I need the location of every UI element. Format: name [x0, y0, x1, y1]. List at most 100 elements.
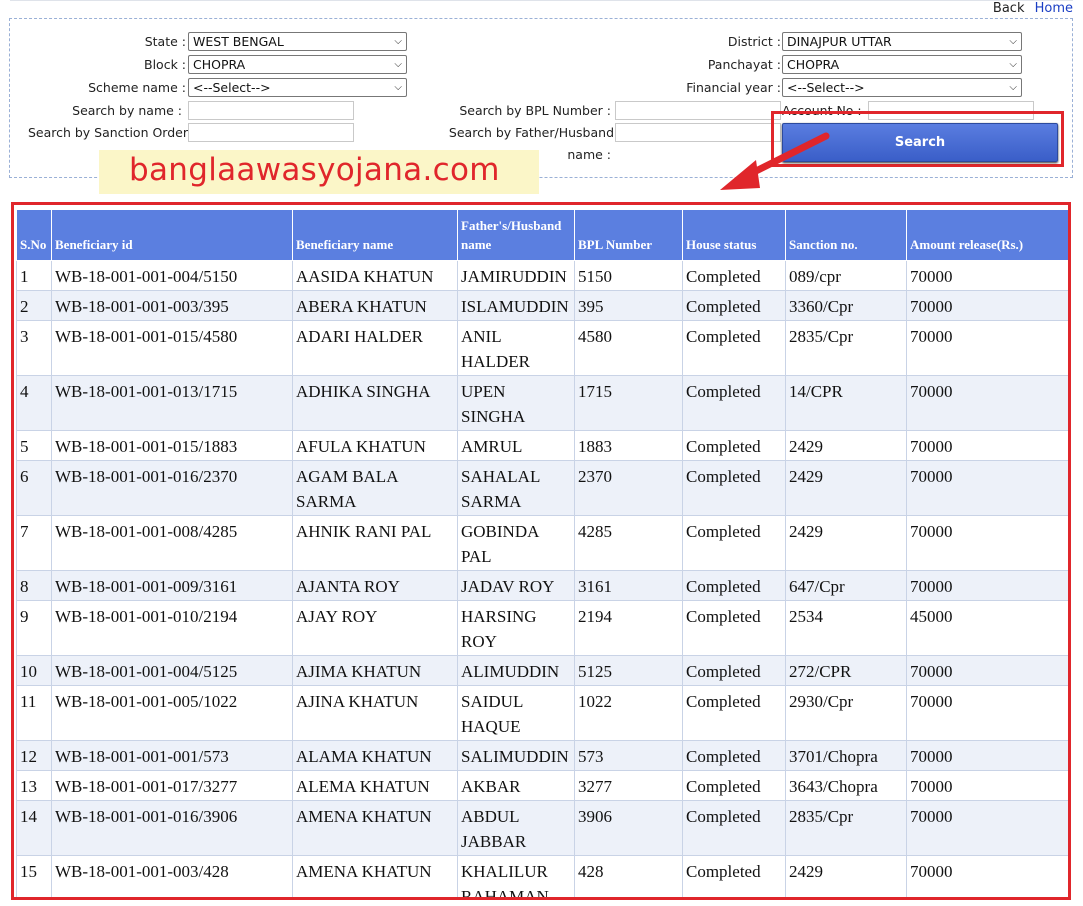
table-cell: WB-18-001-001-015/4580	[51, 320, 293, 376]
table-cell: WB-18-001-001-016/2370	[51, 460, 293, 516]
chevron-down-icon: ⌵	[394, 36, 402, 47]
district-select[interactable]: DINAJPUR UTTAR ⌵	[782, 32, 1022, 51]
table-cell: AHNIK RANI PAL	[292, 515, 458, 571]
block-select[interactable]: CHOPRA ⌵	[188, 55, 407, 74]
table-cell: 1883	[574, 430, 683, 461]
table-cell: 3	[16, 320, 52, 376]
table-cell: 70000	[906, 855, 1068, 897]
district-label: District :	[727, 34, 781, 49]
table-cell: AMENA KHATUN	[292, 800, 458, 856]
table-cell: 4580	[574, 320, 683, 376]
search-bpl-label: Search by BPL Number :	[459, 103, 611, 118]
table-cell: JAMIRUDDIN	[457, 260, 575, 291]
table-cell: 395	[574, 290, 683, 321]
table-cell: AJIMA KHATUN	[292, 655, 458, 686]
table-cell: 12	[16, 740, 52, 771]
table-cell: Completed	[682, 375, 786, 431]
beneficiary-table: S.No Beneficiary id Beneficiary name Father…	[16, 209, 1068, 897]
table-row: 7 WB-18-001-001-008/4285 AHNIK RANI PAL GOB…	[16, 515, 1068, 571]
table-cell: ISLAMUDDIN	[457, 290, 575, 321]
state-select[interactable]: WEST BENGAL ⌵	[188, 32, 407, 51]
table-row: 12 WB-18-001-001-001/573 ALAMA KHATUN SALIM…	[16, 740, 1068, 771]
column-header: House status	[682, 209, 786, 261]
table-cell: 2429	[785, 430, 907, 461]
table-row: 11 WB-18-001-001-005/1022 AJINA KHATUN SAID…	[16, 685, 1068, 741]
table-cell: WB-18-001-001-008/4285	[51, 515, 293, 571]
financial-year-select[interactable]: <--Select--> ⌵	[782, 78, 1022, 97]
table-cell: Completed	[682, 570, 786, 601]
table-cell: 2835/Cpr	[785, 320, 907, 376]
table-cell: WB-18-001-001-004/5125	[51, 655, 293, 686]
back-link[interactable]: Back	[993, 1, 1025, 16]
table-cell: Completed	[682, 800, 786, 856]
table-cell: WB-18-001-001-015/1883	[51, 430, 293, 461]
table-cell: 089/cpr	[785, 260, 907, 291]
table-cell: Completed	[682, 740, 786, 771]
table-cell: 70000	[906, 460, 1068, 516]
table-cell: AJAY ROY	[292, 600, 458, 656]
table-cell: WB-18-001-001-005/1022	[51, 685, 293, 741]
panchayat-select[interactable]: CHOPRA ⌵	[782, 55, 1022, 74]
search-father-label-cont: name :	[567, 147, 611, 162]
table-row: 15 WB-18-001-001-003/428 AMENA KHATUN KHALI…	[16, 855, 1068, 897]
arrow-icon	[720, 132, 830, 190]
watermark-banner: banglaawasyojana.com	[99, 150, 539, 194]
table-cell: 2194	[574, 600, 683, 656]
table-row: 4 WB-18-001-001-013/1715 ADHIKA SINGHA UPEN…	[16, 375, 1068, 431]
table-cell: Completed	[682, 320, 786, 376]
table-cell: SAIDUL HAQUE	[457, 685, 575, 741]
table-cell: AFULA KHATUN	[292, 430, 458, 461]
table-cell: 5150	[574, 260, 683, 291]
table-cell: ABERA KHATUN	[292, 290, 458, 321]
state-label: State :	[144, 34, 186, 49]
scheme-select[interactable]: <--Select--> ⌵	[188, 78, 407, 97]
table-cell: HARSING ROY	[457, 600, 575, 656]
table-cell: Completed	[682, 515, 786, 571]
table-row: 5 WB-18-001-001-015/1883 AFULA KHATUN AMRUL…	[16, 430, 1068, 461]
table-cell: ADARI HALDER	[292, 320, 458, 376]
table-cell: ALEMA KHATUN	[292, 770, 458, 801]
table-cell: 70000	[906, 770, 1068, 801]
table-cell: SALIMUDDIN	[457, 740, 575, 771]
table-cell: AMENA KHATUN	[292, 855, 458, 897]
table-cell: 4	[16, 375, 52, 431]
search-sanction-input[interactable]	[188, 123, 354, 142]
table-cell: 3701/Chopra	[785, 740, 907, 771]
table-cell: Completed	[682, 770, 786, 801]
table-cell: Completed	[682, 855, 786, 897]
search-name-input[interactable]	[188, 101, 354, 120]
table-cell: ALAMA KHATUN	[292, 740, 458, 771]
column-header: Beneficiary id	[51, 209, 293, 261]
table-cell: 15	[16, 855, 52, 897]
table-cell: 2534	[785, 600, 907, 656]
table-cell: 10	[16, 655, 52, 686]
table-cell: 9	[16, 600, 52, 656]
chevron-down-icon: ⌵	[394, 59, 402, 70]
table-cell: 3643/Chopra	[785, 770, 907, 801]
table-cell: 8	[16, 570, 52, 601]
chevron-down-icon: ⌵	[394, 82, 402, 93]
table-cell: 428	[574, 855, 683, 897]
home-link[interactable]: Home	[1035, 1, 1073, 16]
table-cell: 1	[16, 260, 52, 291]
table-cell: 14	[16, 800, 52, 856]
results-table-box: S.No Beneficiary id Beneficiary name Father…	[11, 202, 1071, 900]
search-father-label: Search by Father/Husband	[448, 125, 614, 140]
table-cell: 13	[16, 770, 52, 801]
table-row: 14 WB-18-001-001-016/3906 AMENA KHATUN ABDU…	[16, 800, 1068, 856]
table-cell: KHALILUR RAHAMAN	[457, 855, 575, 897]
table-cell: Completed	[682, 290, 786, 321]
table-row: 10 WB-18-001-001-004/5125 AJIMA KHATUN ALIM…	[16, 655, 1068, 686]
table-cell: 272/CPR	[785, 655, 907, 686]
search-bpl-input[interactable]	[615, 101, 781, 120]
table-cell: 70000	[906, 685, 1068, 741]
table-cell: AJANTA ROY	[292, 570, 458, 601]
table-cell: 70000	[906, 655, 1068, 686]
column-header: Beneficiary name	[292, 209, 458, 261]
table-cell: 70000	[906, 375, 1068, 431]
table-cell: 70000	[906, 570, 1068, 601]
table-cell: ABDUL JABBAR	[457, 800, 575, 856]
table-cell: 6	[16, 460, 52, 516]
table-cell: 70000	[906, 430, 1068, 461]
table-cell: 70000	[906, 800, 1068, 856]
